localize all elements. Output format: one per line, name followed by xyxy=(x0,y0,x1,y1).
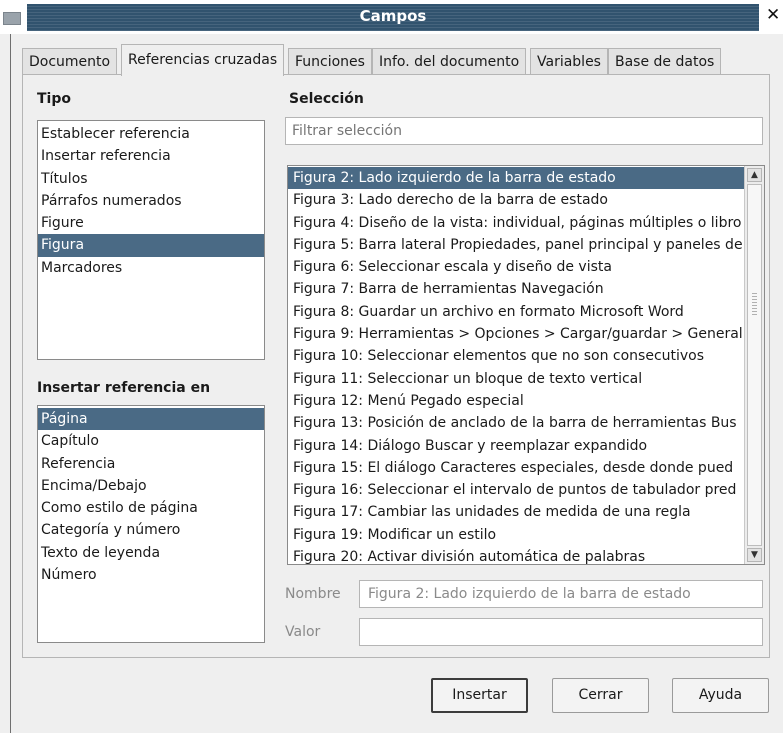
scrollbar-thumb[interactable] xyxy=(747,184,762,546)
list-item[interactable]: Figura 7: Barra de herramientas Navegaci… xyxy=(288,278,744,300)
list-item[interactable]: Figura 6: Seleccionar escala y diseño de… xyxy=(288,256,744,278)
filter-input[interactable] xyxy=(285,117,763,145)
list-item-selected[interactable]: Figura xyxy=(38,234,264,257)
list-item[interactable]: Figura 5: Barra lateral Propiedades, pan… xyxy=(288,234,744,256)
list-item[interactable]: Figura 11: Seleccionar un bloque de text… xyxy=(288,368,744,390)
tab-base-de-datos[interactable]: Base de datos xyxy=(608,48,722,75)
list-item[interactable]: Establecer referencia xyxy=(38,123,264,145)
list-item[interactable]: Figura 20: Activar división automática d… xyxy=(288,546,744,564)
selection-list[interactable]: Figura 2: Lado izquierdo de la barra de … xyxy=(287,165,765,565)
window-title: Campos xyxy=(359,7,427,25)
list-item[interactable]: Figura 4: Diseño de la vista: individual… xyxy=(288,212,744,234)
list-item[interactable]: Figura 12: Menú Pegado especial xyxy=(288,390,744,412)
list-item[interactable]: Insertar referencia xyxy=(38,145,264,167)
tab-info-documento[interactable]: Info. del documento xyxy=(372,48,527,75)
list-item[interactable]: Figura 14: Diálogo Buscar y reemplazar e… xyxy=(288,435,744,457)
list-item-selected[interactable]: Figura 2: Lado izquierdo de la barra de … xyxy=(288,167,744,190)
list-item[interactable]: Figura 9: Herramientas > Opciones > Carg… xyxy=(288,323,744,345)
list-item[interactable]: Figure xyxy=(38,212,264,234)
list-item[interactable]: Figura 15: El diálogo Caracteres especia… xyxy=(288,457,744,479)
tab-funciones[interactable]: Funciones xyxy=(288,48,372,75)
scroll-down-icon[interactable]: ▼ xyxy=(747,548,762,562)
list-item[interactable]: Como estilo de página xyxy=(38,497,264,519)
window-menu-icon[interactable] xyxy=(3,12,21,25)
list-item[interactable]: Títulos xyxy=(38,168,264,190)
insertar-list[interactable]: Página Capítulo Referencia Encima/Debajo… xyxy=(37,405,265,643)
list-item[interactable]: Figura 3: Lado derecho de la barra de es… xyxy=(288,189,744,211)
nombre-field[interactable]: Figura 2: Lado izquierdo de la barra de … xyxy=(359,580,763,608)
nombre-label: Nombre xyxy=(285,586,341,602)
list-item[interactable]: Texto de leyenda xyxy=(38,542,264,564)
list-item[interactable]: Figura 13: Posición de anclado de la bar… xyxy=(288,412,744,434)
close-icon[interactable]: ✕ xyxy=(766,5,780,25)
grip-icon xyxy=(752,293,757,315)
list-item[interactable]: Figura 16: Seleccionar el intervalo de p… xyxy=(288,479,744,501)
list-item[interactable]: Marcadores xyxy=(38,257,264,279)
title-bar-fill[interactable]: Campos xyxy=(27,4,759,31)
list-item[interactable]: Encima/Debajo xyxy=(38,475,264,497)
list-item[interactable]: Figura 17: Cambiar las unidades de medid… xyxy=(288,501,744,523)
tab-variables[interactable]: Variables xyxy=(530,48,608,75)
insert-button[interactable]: Insertar xyxy=(431,678,528,713)
list-item[interactable]: Párrafos numerados xyxy=(38,190,264,212)
help-button[interactable]: Ayuda xyxy=(672,678,769,713)
list-item[interactable]: Categoría y número xyxy=(38,519,264,541)
valor-field[interactable] xyxy=(359,618,763,646)
seleccion-heading: Selección xyxy=(289,91,364,107)
list-item[interactable]: Figura 19: Modificar un estilo xyxy=(288,524,744,546)
title-bar: Campos ✕ xyxy=(0,0,783,34)
list-item[interactable]: Número xyxy=(38,564,264,586)
tipo-heading: Tipo xyxy=(37,91,71,107)
tab-referencias-cruzadas[interactable]: Referencias cruzadas xyxy=(121,44,285,76)
close-button[interactable]: Cerrar xyxy=(552,678,649,713)
tab-documento[interactable]: Documento xyxy=(22,48,118,75)
scroll-up-icon[interactable]: ▲ xyxy=(747,168,762,182)
list-item-selected[interactable]: Página xyxy=(38,408,264,431)
list-item[interactable]: Figura 8: Guardar un archivo en formato … xyxy=(288,301,744,323)
list-item[interactable]: Figura 10: Seleccionar elementos que no … xyxy=(288,345,744,367)
tipo-list[interactable]: Establecer referencia Insertar referenci… xyxy=(37,120,265,360)
valor-label: Valor xyxy=(285,624,321,640)
insertar-heading: Insertar referencia en xyxy=(37,380,211,396)
list-item[interactable]: Capítulo xyxy=(38,430,264,452)
list-item[interactable]: Referencia xyxy=(38,453,264,475)
vertical-scrollbar[interactable]: ▲ ▼ xyxy=(744,166,764,564)
